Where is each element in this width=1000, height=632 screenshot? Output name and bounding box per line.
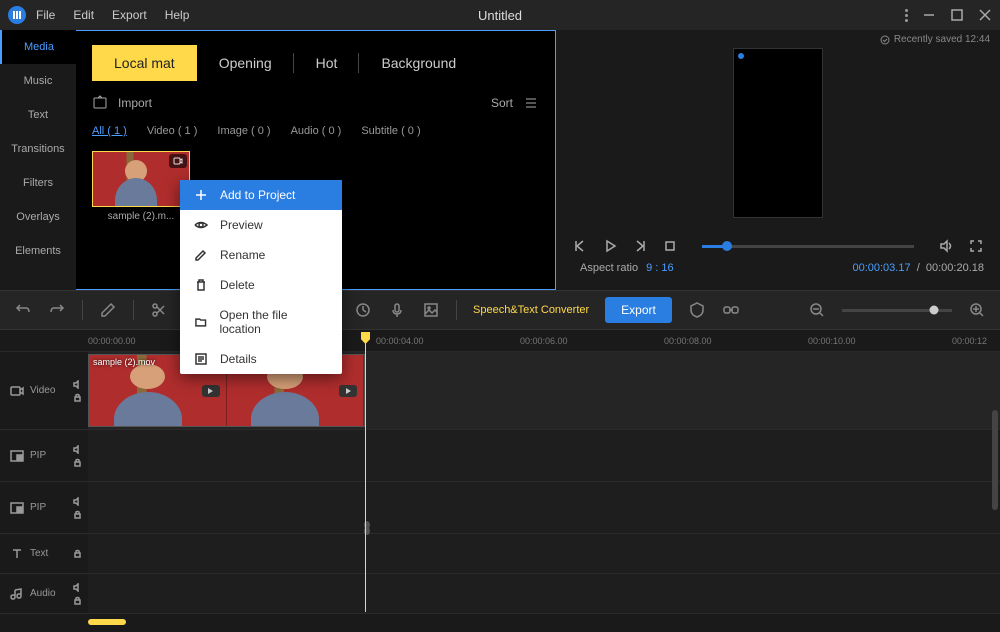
menu-edit[interactable]: Edit [73, 8, 94, 22]
time-display: 00:00:03.17 / 00:00:20.18 [852, 262, 984, 274]
sidebar-tab-elements[interactable]: Elements [0, 234, 76, 268]
play-badge-icon [339, 385, 357, 397]
prev-frame-icon[interactable] [572, 238, 588, 254]
lock-icon[interactable] [73, 458, 82, 467]
preview-viewport[interactable] [733, 48, 823, 218]
stop-icon[interactable] [662, 238, 678, 254]
close-icon[interactable] [978, 8, 992, 22]
track-audio: Audio [0, 574, 1000, 614]
zoom-out-icon[interactable] [808, 301, 826, 319]
image-tool-icon[interactable] [422, 301, 440, 319]
more-icon[interactable] [905, 9, 908, 22]
audio-track-icon [10, 587, 24, 601]
fullscreen-icon[interactable] [968, 238, 984, 254]
timeline-toolbar: Speech&Text Converter Export [0, 290, 1000, 330]
track-video: Video sample (2).mov sample (2).mov [0, 352, 1000, 430]
mute-icon[interactable] [73, 497, 82, 506]
track-pip-1: PIP [0, 430, 1000, 482]
vertical-scrollbar[interactable] [992, 410, 998, 510]
undo-icon[interactable] [14, 301, 32, 319]
context-menu: Add to Project Preview Rename Delete Ope… [180, 180, 342, 374]
menu-export[interactable]: Export [112, 8, 147, 22]
mute-icon[interactable] [73, 445, 82, 454]
save-status: Recently saved 12:44 [880, 34, 990, 45]
redo-icon[interactable] [48, 301, 66, 319]
pip-track-icon [10, 501, 24, 515]
mute-icon[interactable] [73, 380, 82, 389]
source-tab-opening[interactable]: Opening [197, 45, 294, 81]
source-tab-local[interactable]: Local mat [92, 45, 197, 81]
filter-all[interactable]: All ( 1 ) [92, 125, 127, 137]
sort-list-icon[interactable] [523, 95, 539, 111]
next-frame-icon[interactable] [632, 238, 648, 254]
speed-icon[interactable] [354, 301, 372, 319]
left-sidebar: Media Music Text Transitions Filters Ove… [0, 30, 76, 290]
preview-slider[interactable] [702, 245, 914, 248]
aspect-ratio[interactable]: Aspect ratio9 : 16 [572, 262, 674, 274]
ctx-add-to-project[interactable]: Add to Project [180, 180, 342, 210]
media-thumbnail[interactable]: sample (2).m... [92, 151, 190, 222]
filter-image[interactable]: Image ( 0 ) [217, 125, 270, 137]
text-track-icon [10, 547, 24, 561]
menu-help[interactable]: Help [165, 8, 190, 22]
sidebar-tab-media[interactable]: Media [0, 30, 76, 64]
speech-text-converter[interactable]: Speech&Text Converter [473, 304, 589, 316]
playhead[interactable] [365, 332, 366, 612]
play-icon[interactable] [602, 238, 618, 254]
sidebar-tab-overlays[interactable]: Overlays [0, 200, 76, 234]
filter-subtitle[interactable]: Subtitle ( 0 ) [361, 125, 420, 137]
ctx-delete[interactable]: Delete [180, 270, 342, 300]
zoom-in-icon[interactable] [968, 301, 986, 319]
lock-icon[interactable] [73, 510, 82, 519]
timeline-ruler[interactable]: 00:00:00.00 00:00:02.00 00:00:04.00 00:0… [0, 330, 1000, 352]
import-icon[interactable] [92, 95, 108, 111]
ctx-details[interactable]: Details [180, 344, 342, 374]
timeline-tracks: Video sample (2).mov sample (2).mov PIP … [0, 352, 1000, 614]
document-title: Untitled [478, 8, 522, 23]
track-pip-2: PIP [0, 482, 1000, 534]
sidebar-tab-filters[interactable]: Filters [0, 166, 76, 200]
minimize-icon[interactable] [922, 8, 936, 22]
media-filter-row: All ( 1 ) Video ( 1 ) Image ( 0 ) Audio … [92, 125, 539, 137]
app-logo [8, 6, 26, 24]
sidebar-tab-transitions[interactable]: Transitions [0, 132, 76, 166]
camera-icon [169, 154, 187, 168]
filter-audio[interactable]: Audio ( 0 ) [291, 125, 342, 137]
source-tab-hot[interactable]: Hot [294, 45, 360, 81]
split-icon[interactable] [150, 301, 168, 319]
title-bar: File Edit Export Help Untitled [0, 0, 1000, 30]
menu-file[interactable]: File [36, 8, 55, 22]
sort-label[interactable]: Sort [491, 96, 513, 110]
preview-panel: Recently saved 12:44 Aspect ratio9 : 16 … [556, 30, 1000, 290]
volume-icon[interactable] [938, 238, 954, 254]
track-text: Text [0, 534, 1000, 574]
sidebar-tab-music[interactable]: Music [0, 64, 76, 98]
link-icon[interactable] [722, 301, 740, 319]
video-track-icon [10, 384, 24, 398]
lock-icon[interactable] [73, 393, 82, 402]
mute-icon[interactable] [73, 583, 82, 592]
filter-video[interactable]: Video ( 1 ) [147, 125, 198, 137]
pip-track-icon [10, 449, 24, 463]
mic-icon[interactable] [388, 301, 406, 319]
source-tab-background[interactable]: Background [359, 45, 478, 81]
zoom-slider[interactable] [842, 309, 952, 312]
export-button[interactable]: Export [605, 297, 672, 323]
maximize-icon[interactable] [950, 8, 964, 22]
ctx-open-location[interactable]: Open the file location [180, 300, 342, 344]
ctx-rename[interactable]: Rename [180, 240, 342, 270]
shield-icon[interactable] [688, 301, 706, 319]
thumbnail-name: sample (2).m... [92, 211, 190, 222]
ctx-preview[interactable]: Preview [180, 210, 342, 240]
sidebar-tab-text[interactable]: Text [0, 98, 76, 132]
import-button[interactable]: Import [118, 96, 152, 110]
play-badge-icon [202, 385, 220, 397]
edit-tool-icon[interactable] [99, 301, 117, 319]
lock-icon[interactable] [73, 549, 82, 558]
main-menu: File Edit Export Help [36, 8, 189, 22]
lock-icon[interactable] [73, 596, 82, 605]
horizontal-scrollbar[interactable] [0, 614, 1000, 630]
